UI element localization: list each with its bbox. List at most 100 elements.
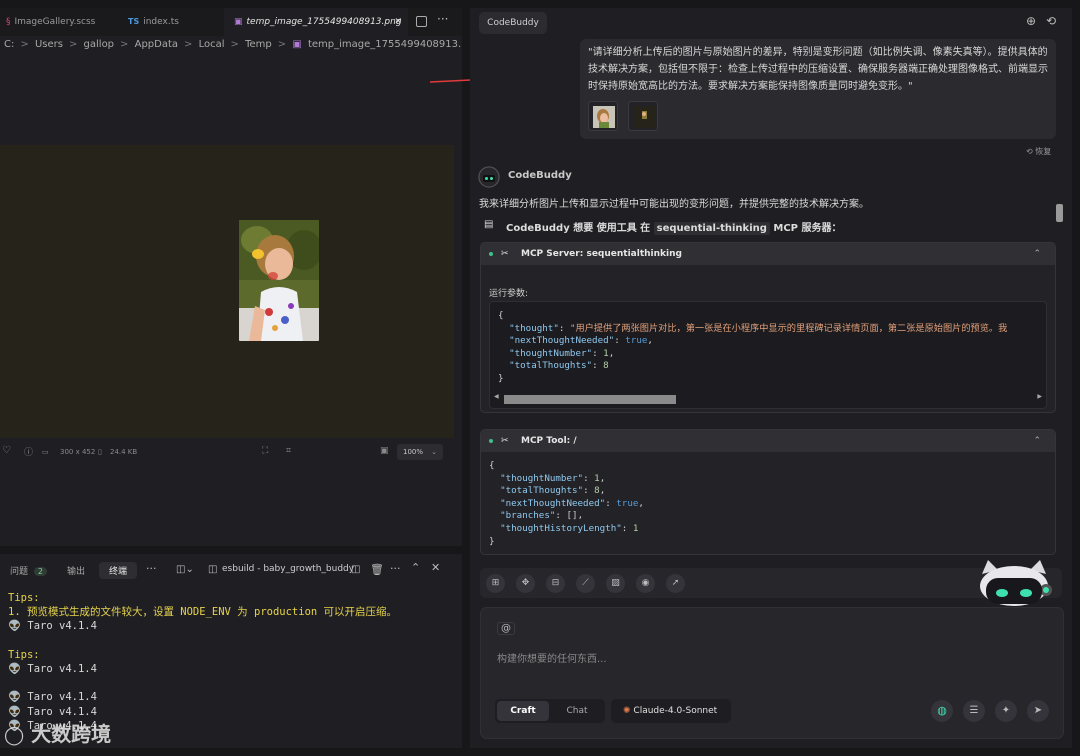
terminal-icon: ◫ bbox=[208, 564, 218, 575]
close-tab-icon[interactable]: ✕ bbox=[394, 8, 402, 36]
image-upload-icon[interactable]: ▨ bbox=[606, 574, 625, 593]
tools-icon: ✂ bbox=[501, 249, 509, 259]
terminal-line: Tips: bbox=[8, 592, 40, 604]
mcp-tool-header[interactable]: ✂ MCP Tool: / ⌃ bbox=[481, 430, 1055, 452]
preview-icon[interactable]: ◉ bbox=[636, 574, 655, 593]
child-photo bbox=[239, 220, 319, 341]
breadcrumb-item[interactable]: AppData bbox=[135, 39, 178, 50]
tab-imagegallery-scss[interactable]: § ImageGallery.scss bbox=[6, 8, 118, 36]
bot-name: CodeBuddy bbox=[508, 170, 572, 181]
watermark: ◯ 大数跨境 bbox=[4, 722, 112, 746]
breadcrumb-item[interactable]: Local bbox=[199, 39, 225, 50]
new-chat-icon[interactable]: ⊕ bbox=[1026, 14, 1036, 28]
zoom-select[interactable]: 100% ⌄ bbox=[397, 444, 443, 460]
split-terminal-icon[interactable]: ◫ bbox=[351, 564, 360, 575]
terminal-line: 👽 Taro v4.1.4 bbox=[8, 705, 97, 718]
mode-craft[interactable]: Craft bbox=[497, 701, 549, 721]
status-dot bbox=[489, 252, 493, 256]
more-actions-icon[interactable]: ··· bbox=[390, 562, 401, 575]
chat-input-placeholder[interactable]: 构建你想要的任何东西... bbox=[497, 650, 607, 665]
chevron-up-icon[interactable]: ⌃ bbox=[1033, 243, 1041, 265]
chat-toolbar: ⊞ ✥ ⊟ ⟋ ▨ ◉ ➚ bbox=[480, 568, 1062, 598]
typescript-icon: TS bbox=[128, 17, 140, 26]
background-toggle-icon[interactable]: ▣ bbox=[380, 446, 389, 456]
sparkle-icon[interactable]: ✦ bbox=[995, 700, 1017, 722]
tools-icon: ✂ bbox=[501, 436, 509, 446]
breadcrumb: C: > Users > gallop > AppData > Local > Temp >… bbox=[4, 39, 462, 50]
send-icon[interactable]: ➤ bbox=[1027, 700, 1049, 722]
actual-size-icon[interactable]: ⌗ bbox=[286, 446, 291, 456]
mode-switch: Craft Chat bbox=[495, 699, 605, 723]
palette-icon[interactable]: ◍ bbox=[931, 700, 953, 722]
rocket-icon[interactable]: ➚ bbox=[666, 574, 685, 593]
watermark-logo-icon: ◯ bbox=[4, 725, 25, 746]
scrollbar-thumb[interactable] bbox=[504, 395, 676, 404]
terminal-line: 👽 Taro v4.1.4 bbox=[8, 663, 97, 676]
image-status-bar: ♡ ⓘ ▭ 300 x 452 ▯ 24.4 KB ⛶ ⌗ ▣ 100% ⌄ bbox=[0, 442, 454, 464]
mcp-icon[interactable]: ✥ bbox=[516, 574, 535, 593]
codebuddy-avatar bbox=[478, 166, 500, 188]
trash-icon[interactable]: 🗑 bbox=[370, 563, 384, 576]
image-dimensions: 300 x 452 bbox=[60, 448, 96, 456]
image-preview-canvas bbox=[0, 145, 454, 438]
image-size: 24.4 KB bbox=[110, 448, 138, 456]
mode-chat[interactable]: Chat bbox=[551, 701, 603, 721]
tab-terminal[interactable]: 终端 bbox=[99, 562, 138, 579]
tab-output[interactable]: 输出 bbox=[67, 564, 85, 577]
chat-input-box[interactable]: @ 构建你想要的任何东西... Craft Chat ✺ Claude-4.0-… bbox=[480, 607, 1064, 739]
mcp-server-header[interactable]: ✂ MCP Server: sequentialthinking ⌃ bbox=[481, 243, 1055, 265]
scroll-left-icon[interactable]: ◀ bbox=[494, 393, 499, 400]
chevron-up-icon[interactable]: ⌃ bbox=[1033, 430, 1041, 452]
user-message-text: "请详细分析上传后的图片与原始图片的差异，特别是变形问题（如比例失调、像素失真等… bbox=[588, 47, 1048, 92]
list-icon[interactable]: ☰ bbox=[963, 700, 985, 722]
params-label: 运行参数: bbox=[489, 289, 529, 299]
tab-problems[interactable]: 问题 2 bbox=[10, 564, 47, 577]
tab-temp-image[interactable]: ▣ temp_image_1755499408913.png ✕ bbox=[224, 8, 408, 36]
breadcrumb-item[interactable]: Temp bbox=[245, 39, 272, 50]
breadcrumb-item[interactable]: C: bbox=[4, 39, 14, 50]
scroll-right-icon[interactable]: ▶ bbox=[1037, 393, 1042, 400]
chevron-down-icon: ⌄ bbox=[431, 448, 437, 456]
heart-icon[interactable]: ♡ bbox=[2, 445, 11, 456]
terminal-output[interactable]: Tips: 1. 预览模式生成的文件较大，设置 NODE_ENV 为 produc… bbox=[8, 591, 397, 733]
mcp-tool-card: ✂ MCP Tool: / ⌃ { "thoughtNumber": 1, "t… bbox=[480, 429, 1056, 555]
apps-icon[interactable]: ⊟ bbox=[546, 574, 565, 593]
close-panel-icon[interactable]: ✕ bbox=[431, 561, 440, 574]
server-icon: ▤ bbox=[484, 219, 494, 230]
integration-icon[interactable]: ⟋ bbox=[576, 574, 595, 593]
breadcrumb-item[interactable]: gallop bbox=[84, 39, 115, 50]
attached-image-thumbnail[interactable] bbox=[628, 101, 658, 131]
assistant-message: 我来详细分析图片上传和显示过程中可能出现的变形问题，并提供完整的技术解决方案。 bbox=[479, 199, 869, 210]
terminal-name[interactable]: esbuild - baby_growth_buddy bbox=[222, 564, 354, 574]
terminal-line: 👽 Taro v4.1.4 bbox=[8, 620, 97, 633]
tool-use-notice: ▤ CodeBuddy 想要 使用工具 在 sequential-thinkin… bbox=[484, 219, 842, 235]
attached-image-thumbnail[interactable] bbox=[588, 101, 618, 131]
restore-icon: ⟲ bbox=[1026, 147, 1033, 156]
editor-tab-bar: § ImageGallery.scss TS index.ts ▣ temp_imag… bbox=[0, 8, 462, 36]
history-icon[interactable]: ⟲ bbox=[1046, 14, 1056, 28]
more-actions-icon[interactable]: ··· bbox=[146, 562, 157, 575]
maximize-panel-icon[interactable]: ⌃ bbox=[411, 561, 420, 574]
tab-index-ts[interactable]: TS index.ts bbox=[128, 8, 218, 36]
mention-button[interactable]: @ bbox=[497, 622, 515, 635]
info-icon[interactable]: ⓘ bbox=[24, 445, 33, 458]
restore-button[interactable]: ⟲ 恢复 bbox=[1026, 146, 1051, 157]
split-editor-icon[interactable] bbox=[416, 16, 427, 27]
claude-icon: ✺ bbox=[623, 706, 631, 716]
image-dimensions-icon: ▭ bbox=[42, 448, 49, 456]
image-icon: ▣ bbox=[234, 17, 243, 27]
horizontal-scrollbar[interactable]: ◀ ▶ bbox=[494, 393, 1042, 404]
model-selector[interactable]: ✺ Claude-4.0-Sonnet bbox=[611, 699, 731, 723]
more-actions-icon[interactable]: ··· bbox=[437, 12, 448, 26]
params-json: { "thought": "用户提供了两张图片对比，第一张是在小程序中显示的里程… bbox=[498, 310, 1008, 384]
terminal-layout-icon[interactable]: ◫⌄ bbox=[176, 564, 194, 575]
codebuddy-mascot bbox=[976, 560, 1052, 606]
breadcrumb-item[interactable]: temp_image_1755499408913.png bbox=[308, 39, 462, 50]
image-icon: ▣ bbox=[292, 39, 302, 50]
breadcrumb-item[interactable]: Users bbox=[35, 39, 63, 50]
fit-screen-icon[interactable]: ⛶ bbox=[262, 446, 268, 456]
chat-scrollbar-thumb[interactable] bbox=[1056, 204, 1063, 222]
rules-icon[interactable]: ⊞ bbox=[486, 574, 505, 593]
